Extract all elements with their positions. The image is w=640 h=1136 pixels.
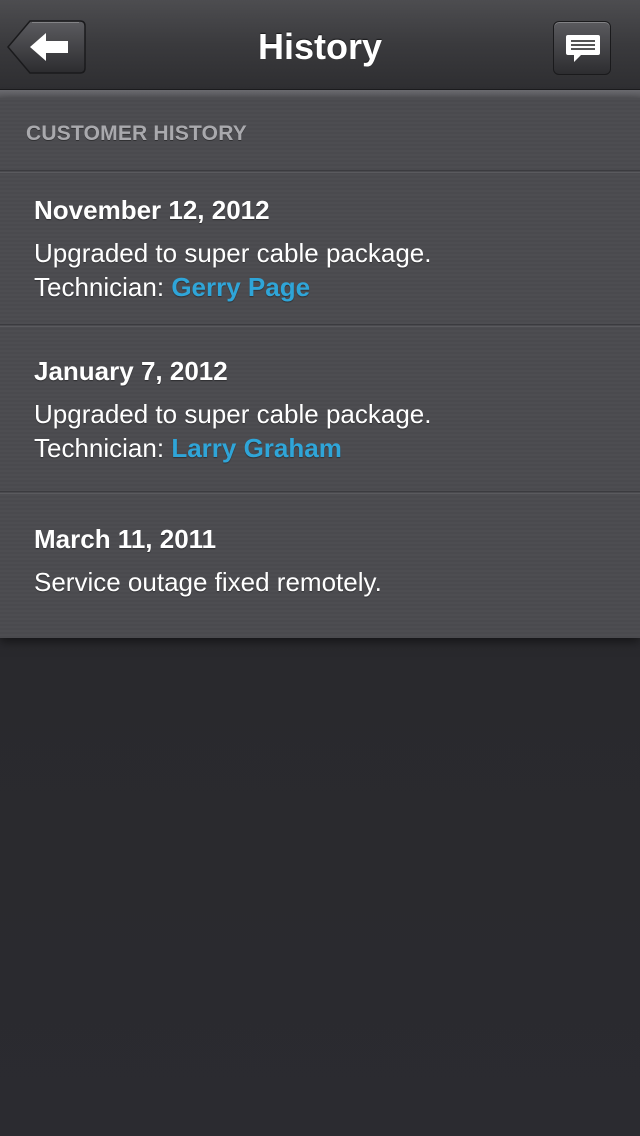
divider (0, 324, 640, 327)
divider (0, 170, 640, 173)
history-entry: January 7, 2012 Upgraded to super cable … (34, 356, 624, 465)
nav-separator (0, 90, 640, 98)
chat-bubble-icon (566, 35, 600, 62)
entry-date: November 12, 2012 (34, 195, 270, 225)
history-entry: March 11, 2011 Service outage fixed remo… (34, 524, 624, 599)
technician-label: Technician: (34, 433, 172, 463)
chat-button[interactable] (553, 21, 611, 75)
section-header: CUSTOMER HISTORY (26, 122, 248, 145)
entry-description: Service outage fixed remotely. (34, 567, 382, 597)
entry-technician: Technician: Larry Graham (34, 431, 624, 465)
entry-description: Upgraded to super cable package. (34, 399, 432, 429)
entry-technician: Technician: Gerry Page (34, 270, 624, 304)
entry-date: March 11, 2011 (34, 524, 217, 554)
technician-label: Technician: (34, 272, 172, 302)
entry-description: Upgraded to super cable package. (34, 238, 432, 268)
technician-link[interactable]: Larry Graham (171, 433, 342, 463)
entry-date: January 7, 2012 (34, 356, 228, 386)
page-title: History (257, 26, 383, 67)
divider (0, 491, 640, 494)
history-panel: CUSTOMER HISTORY November 12, 2012 Upgra… (0, 98, 640, 638)
navigation-bar: History (0, 0, 640, 90)
technician-link[interactable]: Gerry Page (171, 272, 310, 302)
history-entry: November 12, 2012 Upgraded to super cabl… (34, 195, 624, 304)
